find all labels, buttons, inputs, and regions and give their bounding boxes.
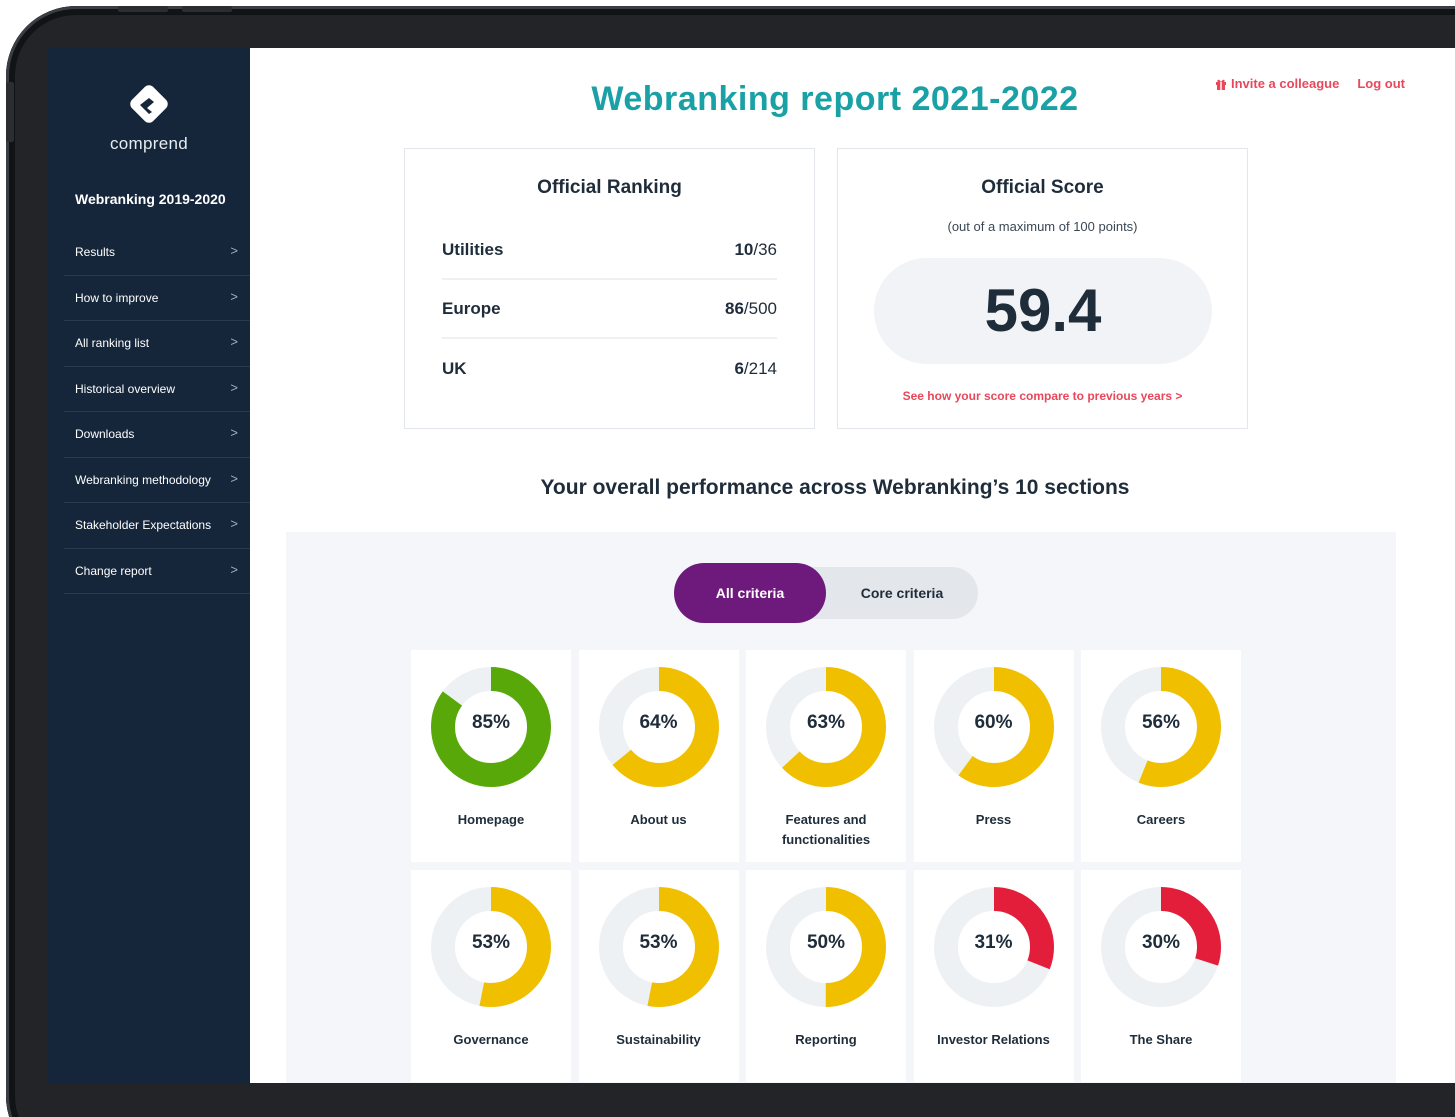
core-criteria-button[interactable]: Core criteria — [826, 567, 978, 619]
device-button — [6, 82, 14, 142]
sidebar-item-label: Change report — [75, 563, 152, 578]
score-subtitle: (out of a maximum of 100 points) — [947, 219, 1138, 234]
section-label: Sustainability — [616, 1032, 701, 1047]
chevron-right-icon: > — [230, 334, 238, 349]
sidebar-item-webranking-methodology[interactable]: Webranking methodology > — [64, 458, 250, 503]
top-links: Invite a colleague Log out — [1215, 76, 1405, 91]
section-percent: 30% — [1141, 932, 1181, 953]
sidebar-item-results[interactable]: Results > — [64, 230, 250, 276]
chevron-right-icon: > — [230, 470, 238, 486]
ranking-total: /214 — [743, 359, 777, 378]
compare-previous-years-link[interactable]: See how your score compare to previous y… — [838, 389, 1247, 403]
section-label: Careers — [1136, 812, 1186, 827]
chevron-right-icon: > — [230, 516, 238, 531]
ranking-total: /500 — [743, 299, 777, 318]
section-percent: 60% — [974, 712, 1013, 733]
section-label: About us — [630, 812, 687, 827]
ranking-value: 10/36 — [734, 240, 777, 260]
device-button — [118, 6, 168, 12]
chevron-right-icon: > — [230, 379, 238, 395]
chevron-right-icon: > — [230, 561, 238, 577]
sidebar-item-label: Stakeholder Expectations — [75, 518, 212, 533]
section-label: The Share — [1129, 1032, 1193, 1047]
device-button — [182, 6, 232, 12]
criteria-toggle: Core criteria All criteria — [674, 563, 978, 623]
ranking-title: Official Ranking — [537, 177, 682, 198]
section-percent: 53% — [471, 932, 511, 953]
sidebar-item-label: All ranking list — [75, 336, 150, 351]
score-title: Official Score — [981, 177, 1104, 198]
section-tile[interactable]: 30% The Share — [1081, 870, 1241, 1082]
section-tile[interactable]: 85% Homepage — [411, 650, 571, 862]
section-tile[interactable]: 31% Investor Relations — [913, 870, 1074, 1082]
section-tile[interactable]: 56% Careers — [1081, 650, 1241, 862]
sidebar-report-title: Webranking 2019-2020 — [75, 191, 226, 207]
sidebar: comprend Webranking 2019-2020 Results > H… — [48, 48, 250, 1083]
official-score-card: Official Score (out of a maximum of 100 … — [837, 148, 1248, 429]
brand-name: comprend — [110, 134, 188, 153]
section-percent: 64% — [639, 712, 678, 733]
app-screen: comprend Webranking 2019-2020 Results > H… — [48, 48, 1455, 1083]
sidebar-item-how-to-improve[interactable]: How to improve > — [64, 276, 250, 321]
section-tile[interactable]: 63% Features and functionalities — [746, 650, 906, 862]
sidebar-item-label: Webranking methodology — [75, 472, 211, 487]
ranking-position: 10 — [734, 240, 754, 259]
section-percent: 53% — [639, 932, 678, 953]
ranking-row: Utilities 10/36 — [442, 222, 777, 280]
section-label: Features and functionalities — [781, 812, 871, 847]
sidebar-item-all-ranking-list[interactable]: All ranking list > — [64, 321, 250, 367]
all-criteria-button[interactable]: All criteria — [674, 563, 826, 623]
section-label: Investor Relations — [937, 1032, 1050, 1047]
score-value: 59.4 — [874, 258, 1212, 364]
ranking-row: Europe 86/500 — [442, 281, 777, 339]
sidebar-item-label: Historical overview — [75, 381, 176, 396]
sidebar-item-historical-overview[interactable]: Historical overview > — [64, 367, 250, 412]
ranking-name: UK — [442, 359, 467, 378]
ranking-row: UK 6/214 — [442, 340, 777, 398]
gift-icon — [1215, 79, 1226, 90]
official-ranking-card: Official Ranking Utilities 10/36 Europe … — [404, 148, 815, 429]
ranking-total: /36 — [753, 240, 777, 259]
ranking-value: 6/214 — [734, 359, 777, 379]
sidebar-item-label: How to improve — [75, 290, 159, 305]
section-label: Homepage — [457, 812, 525, 827]
section-percent: 85% — [471, 712, 511, 733]
section-label: Press — [975, 812, 1012, 827]
invite-colleague-link[interactable]: Invite a colleague — [1215, 76, 1339, 91]
section-percent: 31% — [974, 932, 1013, 953]
section-label: Governance — [453, 1032, 529, 1047]
sidebar-item-change-report[interactable]: Change report > — [64, 549, 250, 594]
chevron-right-icon: > — [230, 425, 238, 440]
ranking-name: Utilities — [442, 240, 504, 259]
ranking-value: 86/500 — [725, 299, 777, 319]
ranking-position: 6 — [734, 359, 744, 378]
logout-link[interactable]: Log out — [1357, 76, 1405, 91]
ranking-position: 86 — [724, 299, 744, 318]
section-tile[interactable]: 53% Governance — [411, 870, 571, 1082]
section-tile[interactable]: 50% Reporting — [746, 870, 906, 1082]
section-percent: 56% — [1141, 712, 1181, 733]
sidebar-item-label: Results — [75, 245, 116, 260]
sidebar-item-label: Downloads — [75, 427, 135, 442]
performance-panel: Core criteria All criteria 85% Homepage 64… — [286, 532, 1396, 1083]
section-label: Reporting — [795, 1032, 857, 1047]
chevron-right-icon: > — [230, 243, 238, 258]
sidebar-item-downloads[interactable]: Downloads > — [64, 412, 250, 458]
comprend-logo-icon — [130, 85, 168, 123]
section-tile[interactable]: 53% Sustainability — [578, 870, 739, 1082]
performance-heading: Your overall performance across Webranki… — [540, 476, 1130, 499]
sidebar-nav: Results > How to improve > All ranking lis… — [64, 230, 250, 594]
section-percent: 50% — [806, 932, 846, 953]
chevron-right-icon: > — [230, 288, 238, 304]
brand-logo[interactable]: comprend — [48, 78, 250, 154]
section-percent: 63% — [806, 712, 846, 733]
invite-colleague-label: Invite a colleague — [1230, 76, 1340, 91]
section-tile[interactable]: 64% About us — [578, 650, 739, 862]
ranking-name: Europe — [442, 299, 501, 318]
sidebar-item-stakeholder-expectations[interactable]: Stakeholder Expectations > — [64, 503, 250, 549]
section-tile[interactable]: 60% Press — [913, 650, 1074, 862]
